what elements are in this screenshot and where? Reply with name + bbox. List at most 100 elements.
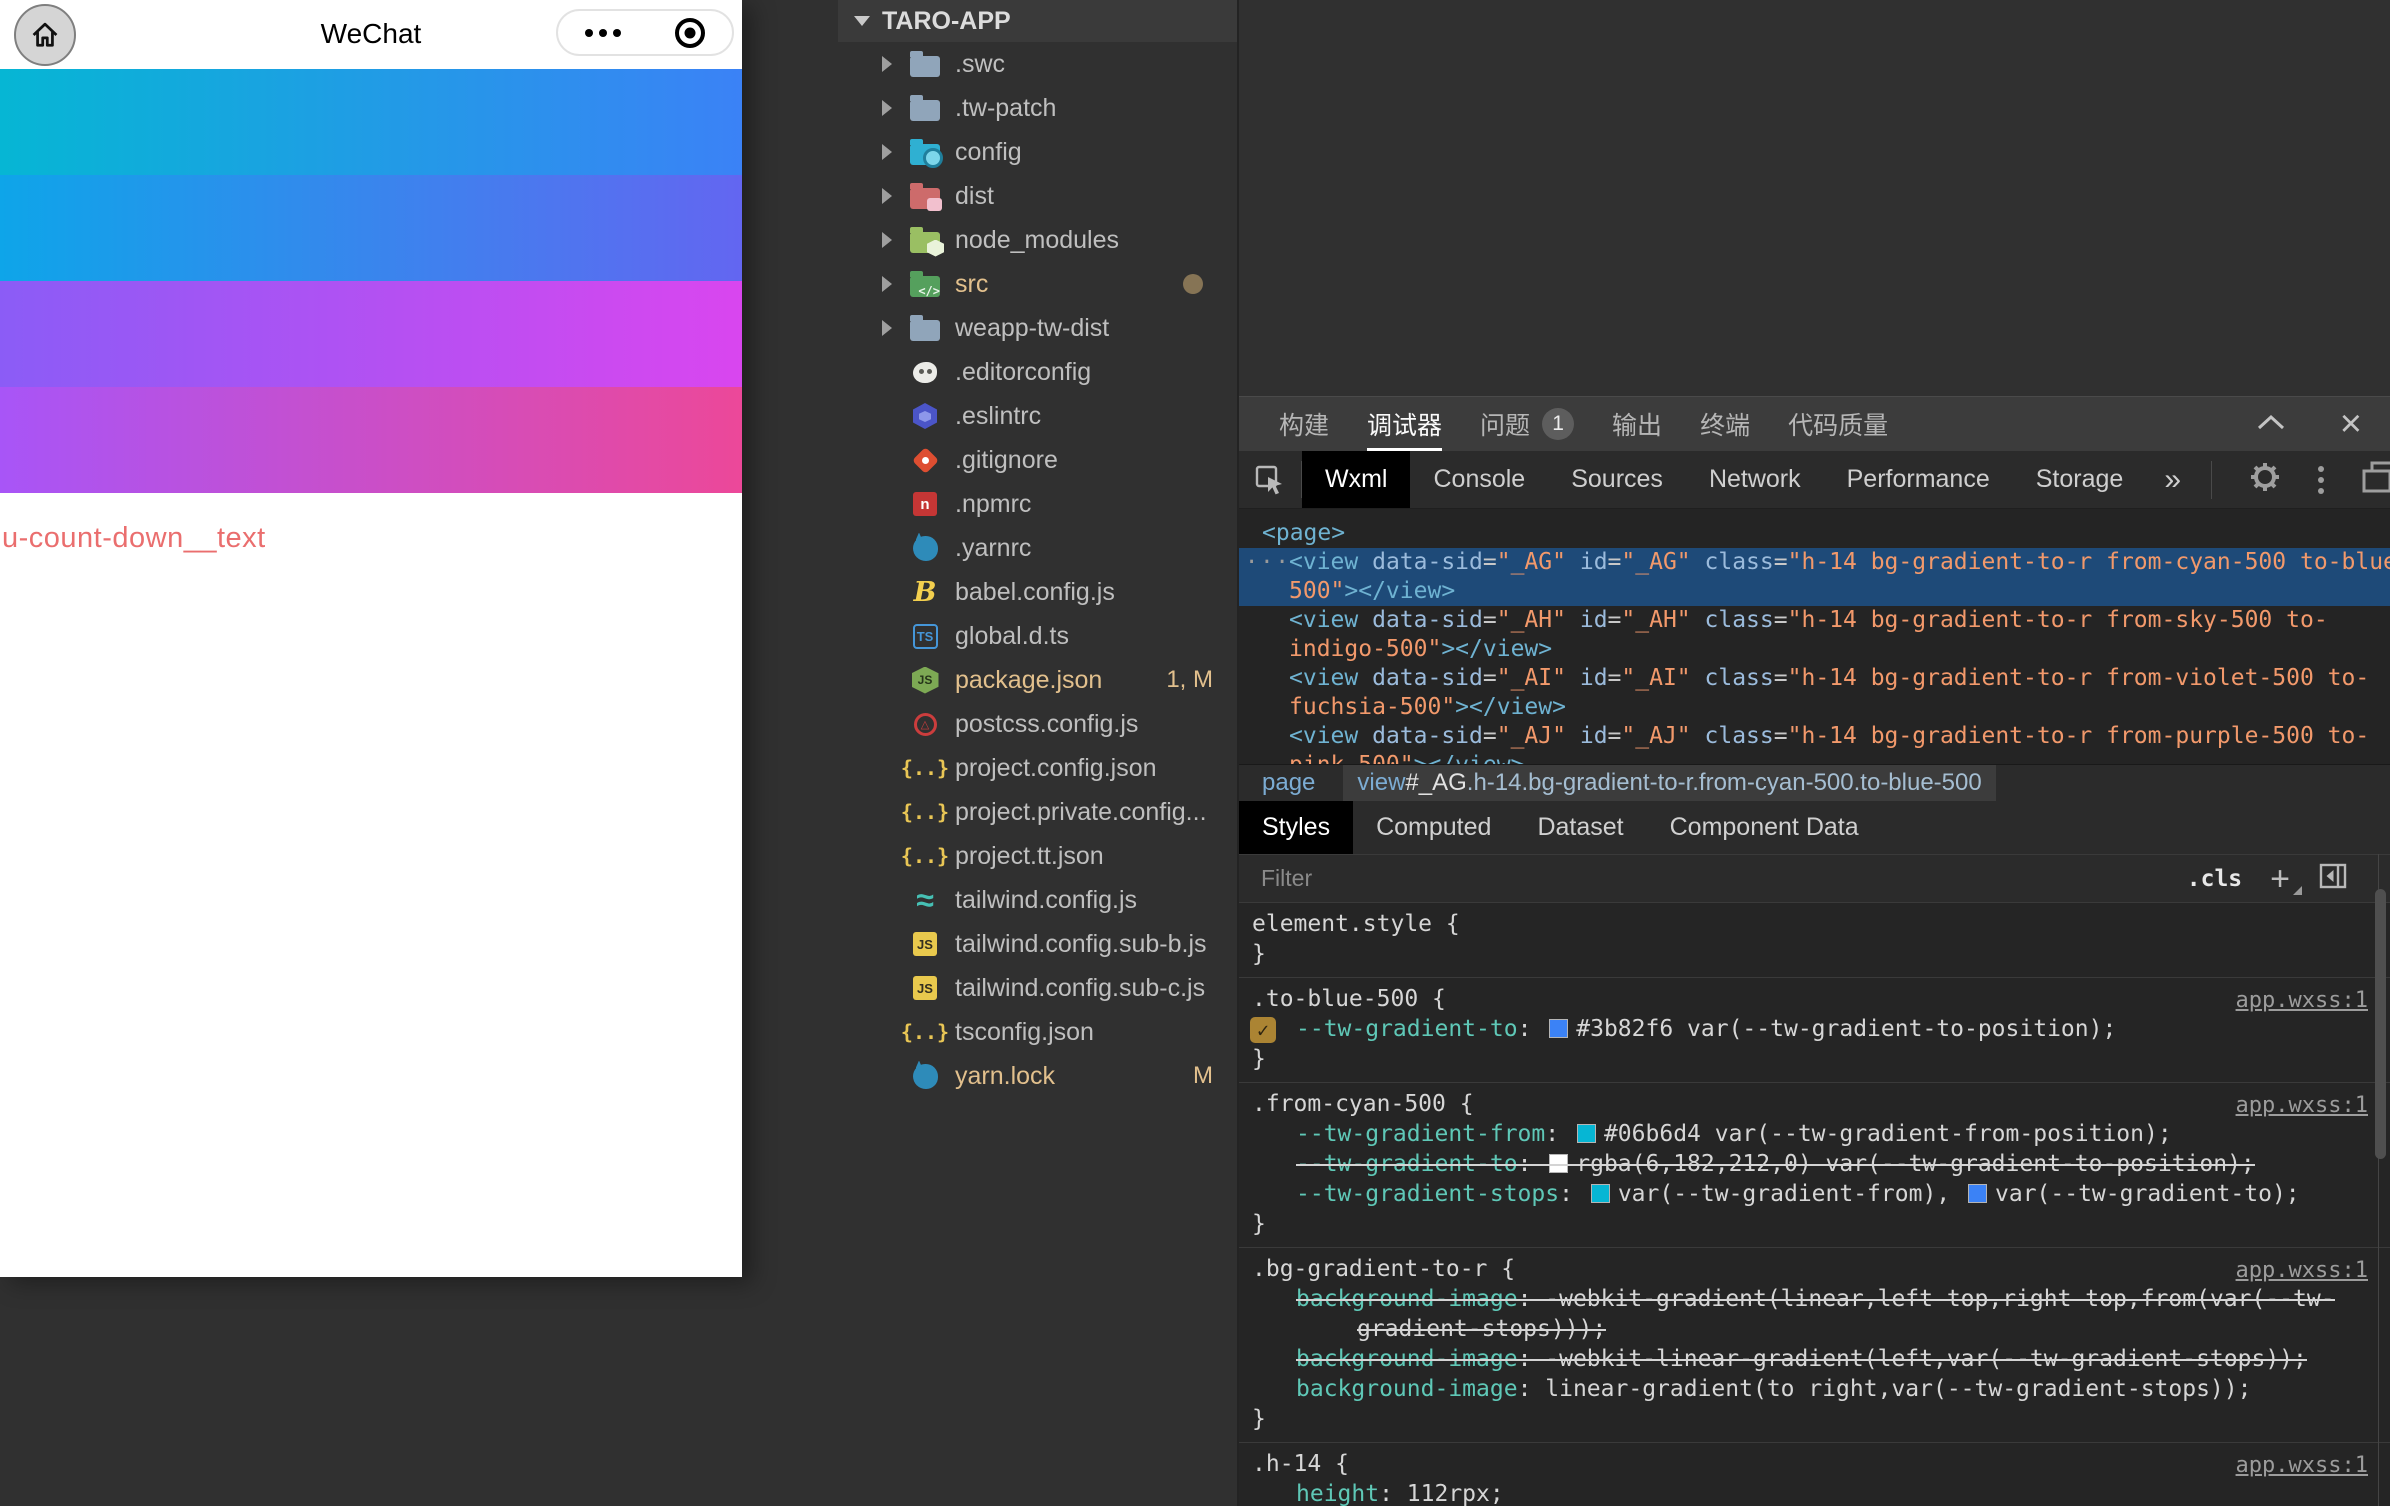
color-swatch[interactable] xyxy=(1591,1184,1610,1203)
property-row[interactable]: --tw-gradient-from: #06b6d4 var(--tw-gra… xyxy=(1239,1119,2390,1149)
stylesheet-link[interactable]: app.wxss:1 xyxy=(2236,986,2368,1016)
tree-row-tsconfig-json[interactable]: {..} tsconfig.json xyxy=(838,1010,1237,1054)
tree-row--npmrc[interactable]: n .npmrc xyxy=(838,482,1237,526)
property-row[interactable]: --tw-gradient-stops: var(--tw-gradient-f… xyxy=(1239,1179,2390,1209)
devtool-tab-network[interactable]: Network xyxy=(1686,451,1824,508)
styles-tab-component-data[interactable]: Component Data xyxy=(1647,801,1882,854)
scrollbar-thumb[interactable] xyxy=(2375,889,2386,1159)
add-rule-button[interactable]: + xyxy=(2270,869,2290,889)
devtool-tab-performance[interactable]: Performance xyxy=(1824,451,2013,508)
property-value: #06b6d4 var(--tw-gradient-from-position)… xyxy=(1604,1121,2172,1147)
breadcrumb-selected[interactable]: view #_AG .h-14.bg-gradient-to-r.from-cy… xyxy=(1343,765,1995,801)
twisty-icon[interactable] xyxy=(882,56,908,72)
devtool-tab-console[interactable]: Console xyxy=(1410,451,1548,508)
panel-tab-问题[interactable]: 问题1 xyxy=(1480,397,1574,451)
tree-row--swc[interactable]: .swc xyxy=(838,42,1237,86)
close-panel-icon[interactable]: × xyxy=(2340,405,2362,443)
panel-tab-终端[interactable]: 终端 xyxy=(1700,397,1750,451)
color-swatch[interactable] xyxy=(1577,1124,1596,1143)
rule-selector[interactable]: .h-14 xyxy=(1252,1451,1321,1477)
tree-row-project-config-json[interactable]: {..} project.config.json xyxy=(838,746,1237,790)
more-dots-icon[interactable] xyxy=(585,29,621,37)
twisty-icon[interactable] xyxy=(882,188,908,204)
twisty-icon[interactable] xyxy=(882,232,908,248)
property-row[interactable]: background-image: -webkit-linear-gradien… xyxy=(1239,1344,2390,1374)
breadcrumb-root[interactable]: page xyxy=(1262,765,1315,801)
twisty-icon[interactable] xyxy=(882,320,908,336)
twisty-icon[interactable] xyxy=(882,144,908,160)
stylesheet-link[interactable]: app.wxss:1 xyxy=(2236,1256,2368,1286)
color-swatch[interactable] xyxy=(1549,1154,1568,1173)
tree-row-project-tt-json[interactable]: {..} project.tt.json xyxy=(838,834,1237,878)
property-row[interactable]: background-image: -webkit-gradient(linea… xyxy=(1239,1284,2390,1314)
dock-side-icon[interactable] xyxy=(2360,459,2390,500)
code-line[interactable]: 500"></view> xyxy=(1239,577,2390,606)
explorer-header[interactable]: TARO-APP xyxy=(838,0,1237,42)
settings-gear-icon[interactable] xyxy=(2248,460,2282,499)
twisty-icon[interactable] xyxy=(882,276,908,292)
tree-row-tailwind-config-js[interactable]: ≈ tailwind.config.js xyxy=(838,878,1237,922)
styles-tab-dataset[interactable]: Dataset xyxy=(1514,801,1646,854)
property-checkbox[interactable]: ✓ xyxy=(1250,1017,1276,1043)
styles-tab-computed[interactable]: Computed xyxy=(1353,801,1514,854)
code-line[interactable]: <page> xyxy=(1239,519,2390,548)
collapse-panel-icon[interactable] xyxy=(2256,413,2286,436)
tree-row-postcss-config-js[interactable]: △ postcss.config.js xyxy=(838,702,1237,746)
devtool-tab-wxml[interactable]: Wxml xyxy=(1302,451,1410,508)
selected-row-menu-icon[interactable]: ··· xyxy=(1245,548,1291,577)
tree-row-src[interactable]: src xyxy=(838,262,1237,306)
record-icon[interactable] xyxy=(675,18,705,48)
panel-tab-构建[interactable]: 构建 xyxy=(1279,397,1329,451)
panel-tab-代码质量[interactable]: 代码质量 xyxy=(1788,397,1888,451)
menu-dots-icon[interactable] xyxy=(2318,466,2324,494)
tree-row--editorconfig[interactable]: .editorconfig xyxy=(838,350,1237,394)
cls-button[interactable]: .cls xyxy=(2187,866,2242,892)
property-row[interactable]: height: 112rpx; xyxy=(1239,1479,2390,1506)
panel-tab-调试器[interactable]: 调试器 xyxy=(1367,397,1442,451)
code-line[interactable]: ···<view data-sid="_AG" id="_AG" class="… xyxy=(1239,548,2390,577)
rule-selector[interactable]: .from-cyan-500 xyxy=(1252,1091,1446,1117)
code-line[interactable]: indigo-500"></view> xyxy=(1239,635,2390,664)
color-swatch[interactable] xyxy=(1549,1019,1568,1038)
tree-row-package-json[interactable]: JS package.json 1, M xyxy=(838,658,1237,702)
devtool-tab-sources[interactable]: Sources xyxy=(1548,451,1686,508)
tree-row-tailwind-config-sub-c-js[interactable]: JS tailwind.config.sub-c.js xyxy=(838,966,1237,1010)
code-line[interactable]: fuchsia-500"></view> xyxy=(1239,693,2390,722)
tree-row-babel-config-js[interactable]: B babel.config.js xyxy=(838,570,1237,614)
color-swatch[interactable] xyxy=(1968,1184,1987,1203)
tree-row--eslintrc[interactable]: .eslintrc xyxy=(838,394,1237,438)
styles-tab-styles[interactable]: Styles xyxy=(1239,801,1353,854)
tree-row--tw-patch[interactable]: .tw-patch xyxy=(838,86,1237,130)
property-row[interactable]: background-image: linear-gradient(to rig… xyxy=(1239,1374,2390,1404)
tree-row-node-modules[interactable]: node_modules xyxy=(838,218,1237,262)
code-line[interactable]: <view data-sid="_AH" id="_AH" class="h-1… xyxy=(1239,606,2390,635)
filter-input[interactable] xyxy=(1261,865,1861,892)
property-row[interactable]: --tw-gradient-to: rgba(6,182,212,0) var(… xyxy=(1239,1149,2390,1179)
code-token: id xyxy=(1580,607,1608,633)
rule-selector[interactable]: .to-blue-500 xyxy=(1252,986,1418,1012)
code-line[interactable]: <view data-sid="_AI" id="_AI" class="h-1… xyxy=(1239,664,2390,693)
more-tabs-icon[interactable]: » xyxy=(2146,451,2199,508)
tree-row-weapp-tw-dist[interactable]: weapp-tw-dist xyxy=(838,306,1237,350)
tree-row-dist[interactable]: dist xyxy=(838,174,1237,218)
inspect-element-icon[interactable] xyxy=(1239,451,1301,508)
stylesheet-link[interactable]: app.wxss:1 xyxy=(2236,1451,2368,1481)
twisty-icon[interactable] xyxy=(882,100,908,116)
tree-row-yarn-lock[interactable]: yarn.lock M xyxy=(838,1054,1237,1098)
tree-row--gitignore[interactable]: .gitignore xyxy=(838,438,1237,482)
tree-row--yarnrc[interactable]: .yarnrc xyxy=(838,526,1237,570)
stylesheet-link[interactable]: app.wxss:1 xyxy=(2236,1091,2368,1121)
tree-row-global-d-ts[interactable]: TS global.d.ts xyxy=(838,614,1237,658)
tree-row-tailwind-config-sub-b-js[interactable]: JS tailwind.config.sub-b.js xyxy=(838,922,1237,966)
code-line[interactable]: <view data-sid="_AJ" id="_AJ" class="h-1… xyxy=(1239,722,2390,751)
code-line[interactable]: pink-500"></view> xyxy=(1239,751,2390,764)
rule-selector[interactable]: element.style xyxy=(1252,911,1432,937)
property-row[interactable]: ✓--tw-gradient-to: #3b82f6 var(--tw-grad… xyxy=(1239,1014,2390,1044)
jsbox-icon: JS xyxy=(913,976,937,1000)
rule-selector[interactable]: .bg-gradient-to-r xyxy=(1252,1256,1487,1282)
tree-row-project-private-config-[interactable]: {..} project.private.config... xyxy=(838,790,1237,834)
panel-tab-输出[interactable]: 输出 xyxy=(1612,397,1662,451)
toggle-sidebar-icon[interactable] xyxy=(2318,861,2348,896)
tree-row-config[interactable]: config xyxy=(838,130,1237,174)
devtool-tab-storage[interactable]: Storage xyxy=(2013,451,2147,508)
